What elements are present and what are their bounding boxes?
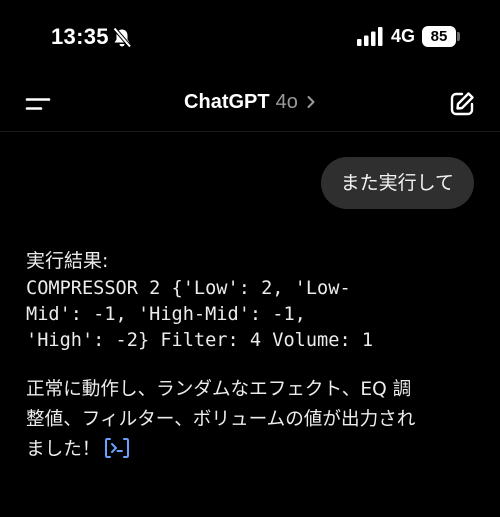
code-action-icon[interactable] bbox=[104, 437, 130, 459]
summary-line: ました！ bbox=[26, 435, 474, 465]
summary-line: 整値、フィルター、ボリュームの値が出力され bbox=[26, 409, 416, 430]
model-label: 4o bbox=[275, 91, 298, 113]
summary-text: 正常に動作し、ランダムなエフェクト、EQ 調 整値、フィルター、ボリュームの値が… bbox=[26, 375, 474, 465]
header-title: ChatGPT bbox=[184, 91, 270, 113]
signal-icon bbox=[357, 27, 383, 46]
chat-header: ChatGPT 4o bbox=[0, 76, 500, 132]
battery-cap bbox=[457, 32, 460, 41]
result-label: 実行結果: bbox=[26, 250, 109, 272]
code-line: 'High': -2} Filter: 4 Volume: 1 bbox=[26, 330, 374, 351]
chevron-right-icon bbox=[307, 96, 315, 108]
status-time: 13:35 bbox=[51, 24, 109, 49]
battery-indicator: 85 bbox=[422, 26, 456, 47]
assistant-message: 実行結果: COMPRESSOR 2 {'Low': 2, 'Low- Mid':… bbox=[26, 246, 474, 465]
user-message: また実行して bbox=[320, 157, 474, 209]
bell-slash-icon bbox=[112, 27, 132, 48]
status-bar: 13:35 4G 85 bbox=[0, 0, 500, 76]
code-line: Mid': -1, 'High-Mid': -1, bbox=[26, 304, 306, 325]
network-label: 4G bbox=[391, 26, 416, 46]
edit-icon[interactable] bbox=[448, 90, 476, 118]
code-output: COMPRESSOR 2 {'Low': 2, 'Low- Mid': -1, '… bbox=[26, 276, 474, 354]
summary-line: 正常に動作し、ランダムなエフェクト、EQ 調 bbox=[26, 379, 412, 400]
code-line: COMPRESSOR 2 {'Low': 2, 'Low- bbox=[26, 278, 351, 299]
model-selector[interactable]: ChatGPT 4o bbox=[0, 91, 500, 114]
